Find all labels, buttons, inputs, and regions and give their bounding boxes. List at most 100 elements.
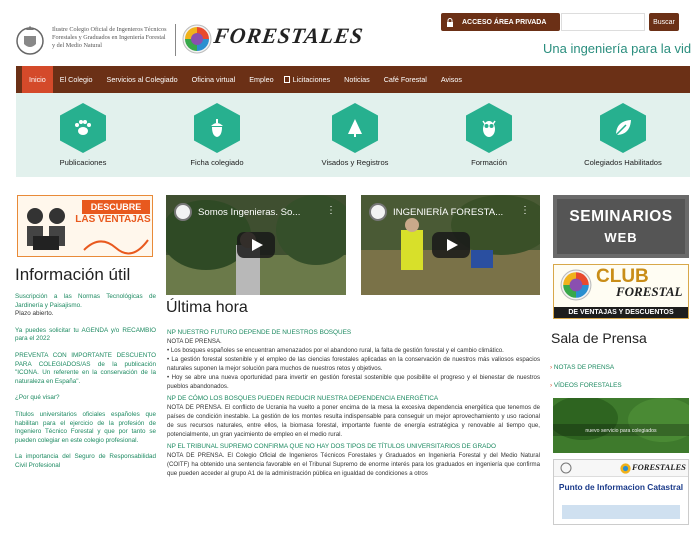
news-text: • La gestión forestal sostenible y el em…	[167, 356, 540, 372]
ultima-hora-title: Última hora	[166, 299, 248, 316]
nav-item-el-colegio[interactable]: El Colegio	[53, 66, 100, 93]
nuevo-servicio-text: nuevo servicio para colegiados	[585, 428, 657, 434]
document-icon	[283, 76, 290, 83]
lock-icon	[447, 17, 453, 27]
video-title: Somos Ingenieras. So...	[198, 207, 301, 218]
channel-logo-icon	[174, 203, 192, 221]
forest-image	[553, 398, 689, 453]
quicklink-ficha-colegiado[interactable]: Ficha colegiado	[172, 103, 262, 167]
quicklink-formacion[interactable]: Formación	[444, 103, 534, 167]
nav-item-empleo[interactable]: Empleo	[242, 66, 280, 93]
seminarios-line2: WEB	[604, 230, 638, 245]
coat-of-arms-icon	[16, 26, 44, 55]
quick-links-bar: Publicaciones Ficha colegiado Visados y …	[16, 93, 690, 177]
news-text: • Hoy se abre una nueva oportunidad para…	[167, 374, 540, 390]
sala-link-notas[interactable]: › NOTAS DE PRENSA	[550, 364, 614, 371]
nav-item-servicios[interactable]: Servicios al Colegiado	[100, 66, 185, 93]
punto-informacion-catastral-banner[interactable]: FORESTALES Punto de Informacion Catastra…	[553, 459, 689, 525]
quicklink-label: Formación	[471, 158, 507, 167]
club-line3: DE VENTAJAS Y DESCUENTOS	[554, 307, 688, 318]
news-text: • Los bosques españoles se encuentran am…	[167, 347, 504, 354]
leaf-icon	[600, 103, 646, 153]
owl-icon	[466, 103, 512, 153]
play-icon[interactable]	[431, 232, 470, 258]
acorn-icon	[194, 103, 240, 153]
logo-separator	[175, 24, 176, 56]
news-text: NOTA DE PRENSA.	[167, 338, 222, 345]
sala-link-videos[interactable]: › VÍDEOS FORESTALES	[550, 382, 622, 389]
nav-item-licitaciones[interactable]: Licitaciones	[281, 66, 338, 93]
punto-strip	[562, 505, 680, 519]
descubre-line2: LAS VENTAJAS	[75, 214, 151, 225]
nav-item-oficina-virtual[interactable]: Oficina virtual	[185, 66, 243, 93]
club-line2: FORESTAL	[616, 284, 683, 299]
sala-prensa-title: Sala de Prensa	[551, 330, 647, 346]
play-icon[interactable]	[237, 232, 275, 258]
news-text: NOTA DE PRENSA. El conflicto de Ucrania …	[167, 404, 540, 438]
quicklink-label: Ficha colegiado	[190, 158, 244, 167]
quicklink-visados-registros[interactable]: Visados y Registros	[310, 103, 400, 167]
info-item: Suscripción a las Normas Tecnológicas de…	[15, 293, 156, 319]
nav-item-cafe-forestal[interactable]: Café Forestal	[377, 66, 434, 93]
quicklink-label: Visados y Registros	[321, 158, 389, 167]
sala-link-label: NOTAS DE PRENSA	[553, 364, 615, 371]
news-headline[interactable]: NP EL TRIBUNAL SUPREMO CONFIRMA QUE NO H…	[167, 442, 540, 451]
nuevo-servicio-banner[interactable]: nuevo servicio para colegiados	[553, 398, 689, 453]
quicklink-publicaciones[interactable]: Publicaciones	[38, 103, 128, 167]
sala-link-label: VÍDEOS FORESTALES	[553, 382, 622, 389]
forestales-logo-icon	[560, 269, 592, 301]
decorative-swirl-icon	[83, 239, 149, 255]
club-forestal-banner[interactable]: CLUB FORESTAL DE VENTAJAS Y DESCUENTOS	[553, 264, 689, 319]
info-item-link[interactable]: Ya puedes solicitar tu AGENDA y/o RECAMB…	[15, 327, 156, 344]
quicklink-colegiados-habilitados[interactable]: Colegiados Habilitados	[578, 103, 668, 167]
info-item-link[interactable]: PREVENTA CON IMPORTANTE DESCUENTO PARA C…	[15, 352, 156, 386]
nav-item-licitaciones-label: Licitaciones	[292, 75, 331, 84]
info-util-title: Información útil	[15, 265, 131, 284]
info-item-link[interactable]: ¿Por qué visar?	[15, 394, 156, 403]
info-item-link[interactable]: Suscripción a las Normas Tecnológicas de…	[15, 293, 156, 310]
acceso-area-privada-button[interactable]: ACCESO ÁREA PRIVADA	[441, 13, 560, 31]
tree-icon	[332, 103, 378, 153]
info-item-tail: Plazo abierto.	[15, 310, 54, 318]
video-ingenieria-forestal[interactable]: INGENIERÍA FORESTA... ⋮	[361, 195, 540, 295]
keyboard-background	[553, 195, 689, 258]
video-title: INGENIERÍA FORESTA...	[393, 207, 504, 218]
punto-text: Punto de Informacion Catastral	[558, 482, 684, 492]
news-list: NP NUESTRO FUTURO DEPENDE DE NUESTROS BO…	[167, 325, 540, 478]
seminarios-web-banner[interactable]: SEMINARIOS WEB	[553, 195, 689, 258]
descubre-line1: DESCUBRE	[82, 200, 150, 214]
more-options-icon[interactable]: ⋮	[326, 205, 336, 216]
site-header: Ilustre Colegio Oficial de Ingenieros Té…	[0, 0, 691, 66]
chevron-right-icon: ›	[550, 382, 553, 389]
coat-of-arms-icon	[560, 462, 572, 474]
quicklink-label: Colegiados Habilitados	[584, 158, 662, 167]
people-icon	[27, 208, 65, 250]
tagline: Una ingeniería para la vida	[543, 41, 691, 56]
acceso-label: ACCESO ÁREA PRIVADA	[462, 18, 547, 26]
forestales-wordmark[interactable]: FORESTALES	[212, 23, 365, 49]
quicklink-label: Publicaciones	[59, 158, 107, 167]
forestales-logo-icon[interactable]	[182, 24, 212, 54]
seminarios-line1: SEMINARIOS	[569, 208, 673, 225]
info-util-list: Suscripción a las Normas Tecnológicas de…	[15, 293, 156, 479]
search-button[interactable]: Buscar	[649, 13, 679, 31]
punto-logo-word: FORESTALES	[632, 462, 686, 472]
descubre-ventajas-banner[interactable]: DESCUBRE LAS VENTAJAS	[17, 195, 153, 257]
more-options-icon[interactable]: ⋮	[520, 205, 530, 216]
forestales-logo-icon	[620, 463, 631, 474]
main-nav: Inicio El Colegio Servicios al Colegiado…	[16, 66, 690, 93]
channel-logo-icon	[369, 203, 387, 221]
news-headline[interactable]: NP NUESTRO FUTURO DEPENDE DE NUESTROS BO…	[167, 328, 540, 337]
video-somos-ingenieras[interactable]: Somos Ingenieras. So... ⋮	[166, 195, 346, 295]
info-item-link[interactable]: Títulos universitarios oficiales español…	[15, 411, 156, 445]
nav-item-avisos[interactable]: Avisos	[434, 66, 469, 93]
info-item-link[interactable]: La importancia del Seguro de Responsabil…	[15, 453, 156, 470]
nav-item-noticias[interactable]: Noticias	[337, 66, 377, 93]
news-text: NOTA DE PRENSA. El Colegio Oficial de In…	[167, 452, 540, 477]
punto-header: FORESTALES	[554, 460, 688, 477]
paw-icon	[60, 103, 106, 153]
institution-name: Ilustre Colegio Oficial de Ingenieros Té…	[52, 26, 167, 49]
news-headline[interactable]: NP DE CÓMO LOS BOSQUES PUEDEN REDUCIR NU…	[167, 394, 540, 403]
nav-item-inicio[interactable]: Inicio	[22, 66, 53, 93]
search-input[interactable]	[561, 13, 645, 31]
